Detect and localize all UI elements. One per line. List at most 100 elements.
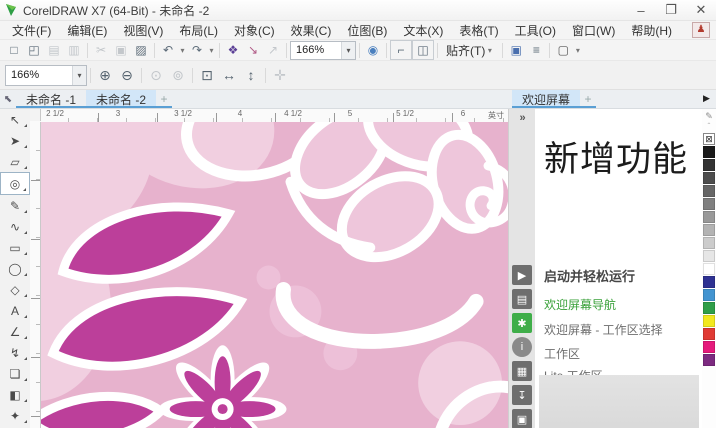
color-swatch[interactable]	[703, 276, 715, 288]
account-sign-in-icon[interactable]: ♟	[692, 22, 710, 38]
menu-bitmaps[interactable]: 位图(B)	[339, 22, 395, 39]
rectangle-tool[interactable]: ▭	[0, 237, 30, 258]
updates-download-icon[interactable]: ↧	[512, 385, 532, 405]
zoom-to-page-button[interactable]: ⊡	[196, 64, 218, 86]
transparency-tool[interactable]: ◧	[0, 384, 30, 405]
color-swatch[interactable]	[703, 289, 715, 301]
whats-new-star-icon[interactable]: ✱	[512, 313, 532, 333]
color-eyedropper-tool[interactable]: ✦	[0, 405, 30, 426]
artistic-media-tool[interactable]: ∿	[0, 216, 30, 237]
link-welcome-tour[interactable]: 欢迎屏幕导航	[544, 296, 616, 313]
color-swatch[interactable]	[703, 211, 715, 223]
tab-scroll-right-button[interactable]: ▶	[700, 92, 713, 105]
info-icon[interactable]: i	[512, 337, 532, 357]
preview-toggle-button[interactable]: ◫	[412, 40, 434, 60]
color-swatch[interactable]	[703, 263, 715, 275]
membership-icon[interactable]: ▣	[512, 409, 532, 428]
tab-untitled-2[interactable]: 未命名 -2	[86, 90, 156, 108]
undo-dropdown-caret[interactable]: ▾	[178, 46, 187, 55]
redo-button[interactable]: ↷	[187, 41, 207, 59]
palette-scroll-up-icon[interactable]: ˆ	[702, 123, 716, 133]
export-button[interactable]: ↗	[263, 41, 283, 59]
menu-tools[interactable]: 工具(O)	[507, 22, 564, 39]
zoom-levels-combo[interactable]: 166% ▾	[5, 65, 87, 86]
menu-text[interactable]: 文本(X)	[395, 22, 451, 39]
menu-window[interactable]: 窗口(W)	[564, 22, 623, 39]
close-button[interactable]: ✕	[686, 1, 716, 20]
menu-object[interactable]: 对象(C)	[226, 22, 283, 39]
search-content-button[interactable]: ❖	[223, 41, 243, 59]
navigator-button[interactable]: ✛	[269, 64, 291, 86]
menu-help[interactable]: 帮助(H)	[623, 22, 680, 39]
polygon-tool[interactable]: ◇	[0, 279, 30, 300]
zoom-tool[interactable]: ◎	[0, 172, 30, 195]
tab-untitled-1[interactable]: 未命名 -1	[16, 90, 86, 108]
video-play-icon[interactable]: ▶	[512, 265, 532, 285]
color-swatch[interactable]	[703, 185, 715, 197]
shape-tool[interactable]: ➤	[0, 130, 30, 151]
rulers-toggle-button[interactable]: ⌐	[390, 40, 412, 60]
menu-layout[interactable]: 布局(L)	[171, 22, 226, 39]
redo-dropdown-caret[interactable]: ▾	[207, 46, 216, 55]
color-swatch[interactable]	[703, 159, 715, 171]
zoom-to-height-button[interactable]: ↕	[240, 64, 262, 86]
zoom-to-all-button[interactable]: ⊚	[167, 64, 189, 86]
save-button[interactable]: ▤	[44, 41, 64, 59]
no-color-swatch[interactable]: ⊠	[703, 133, 715, 145]
welcome-preview-area[interactable]	[539, 375, 699, 428]
color-swatch[interactable]	[703, 146, 715, 158]
zoom-in-button[interactable]: ⊕	[94, 64, 116, 86]
chevron-down-icon[interactable]: ▾	[341, 42, 355, 59]
pick-tool[interactable]: ↖	[0, 109, 30, 130]
color-swatch[interactable]	[703, 237, 715, 249]
align-settings-button[interactable]: ≡	[526, 41, 546, 59]
drawing-canvas[interactable]	[41, 122, 508, 428]
color-swatch[interactable]	[703, 354, 715, 366]
drop-shadow-tool[interactable]: ❏	[0, 363, 30, 384]
color-swatch[interactable]	[703, 172, 715, 184]
graphics-options-button[interactable]: ▣	[506, 41, 526, 59]
zoom-to-width-button[interactable]: ↔	[218, 64, 240, 86]
color-swatch[interactable]	[703, 224, 715, 236]
app-launcher-button[interactable]: ◉	[363, 41, 383, 59]
new-document-tab-button[interactable]: +	[156, 90, 172, 108]
zoom-level-combo[interactable]: 166% ▾	[290, 41, 356, 60]
display-options-button[interactable]: ▢	[553, 41, 573, 59]
display-dropdown-caret[interactable]: ▾	[573, 46, 582, 55]
gallery-icon[interactable]: ▦	[512, 361, 532, 381]
zoom-to-selection-button[interactable]: ⊙	[145, 64, 167, 86]
zoom-out-button[interactable]: ⊖	[116, 64, 138, 86]
new-welcome-tab-button[interactable]: +	[580, 90, 596, 108]
color-swatch[interactable]	[703, 315, 715, 327]
color-swatch[interactable]	[703, 198, 715, 210]
color-swatch[interactable]	[703, 328, 715, 340]
text-tool[interactable]: A	[0, 300, 30, 321]
dimension-tool[interactable]: ∠	[0, 321, 30, 342]
tab-welcome-screen[interactable]: 欢迎屏幕	[512, 90, 580, 108]
import-button[interactable]: ↘	[243, 41, 263, 59]
new-document-button[interactable]: □	[4, 41, 24, 59]
print-button[interactable]: ▥	[64, 41, 84, 59]
crop-tool[interactable]: ▱	[0, 151, 30, 172]
snap-to-dropdown[interactable]: 贴齐(T) ▾	[441, 42, 499, 59]
ellipse-tool[interactable]: ◯	[0, 258, 30, 279]
paste-button[interactable]: ▨	[131, 41, 151, 59]
cut-button[interactable]: ✂	[91, 41, 111, 59]
connector-tool[interactable]: ↯	[0, 342, 30, 363]
collapse-panel-button[interactable]: »	[509, 109, 536, 127]
link-workspace[interactable]: 工作区	[544, 345, 580, 362]
color-swatch[interactable]	[703, 250, 715, 262]
menu-effects[interactable]: 效果(C)	[283, 22, 340, 39]
open-button[interactable]: ◰	[24, 41, 44, 59]
color-swatch[interactable]	[703, 302, 715, 314]
pencil-edit-icon[interactable]: ✎	[702, 109, 716, 123]
copy-button[interactable]: ▣	[111, 41, 131, 59]
menu-file[interactable]: 文件(F)	[4, 22, 59, 39]
chevron-down-icon[interactable]: ▾	[72, 66, 86, 85]
undo-button[interactable]: ↶	[158, 41, 178, 59]
menu-edit[interactable]: 编辑(E)	[59, 22, 115, 39]
tutorials-monitor-icon[interactable]: ▤	[512, 289, 532, 309]
menu-view[interactable]: 视图(V)	[115, 22, 171, 39]
maximize-button[interactable]: ❐	[656, 1, 686, 20]
color-swatch[interactable]	[703, 341, 715, 353]
